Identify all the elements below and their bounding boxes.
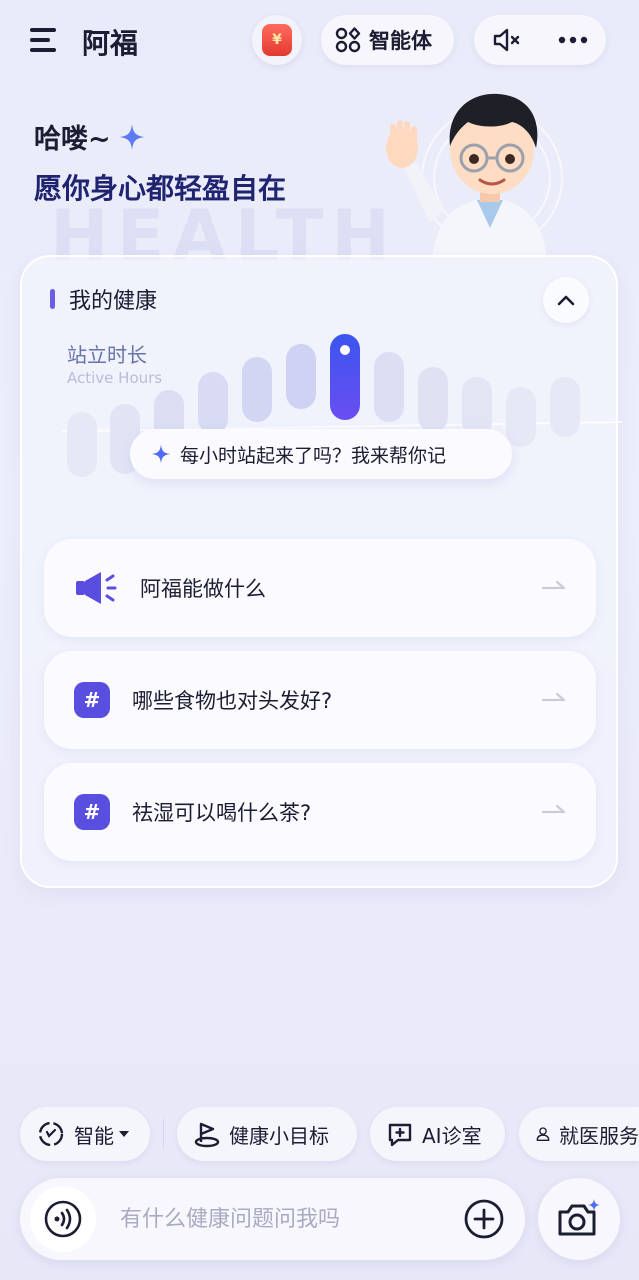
greeting-line-2: 愿你身心都轻盈自在: [34, 172, 287, 205]
header-actions: [474, 15, 606, 65]
health-card: 我的健康 站立时长 Active Hours 每小时站起来了吗？我来帮你记 阿福…: [20, 255, 622, 888]
health-goal-chip[interactable]: 健康小目标: [177, 1107, 357, 1161]
chat-input-bar: [20, 1178, 525, 1260]
medical-service-chip[interactable]: 就医服务: [519, 1107, 639, 1161]
mute-speaker-icon[interactable]: [492, 27, 522, 53]
agent-grid-icon: [335, 27, 361, 53]
coin-jar-icon: ¥: [262, 24, 292, 56]
suggestion-item[interactable]: # 哪些食物也对头发好?: [44, 651, 596, 749]
health-goal-label: 健康小目标: [229, 1123, 329, 1148]
camera-icon: [558, 1199, 600, 1236]
voice-wave-icon: [44, 1200, 82, 1238]
chip-divider: [163, 1119, 164, 1149]
doctor-badge-icon: [536, 1127, 550, 1141]
app-title: 阿福: [82, 27, 139, 60]
more-icon[interactable]: [557, 35, 589, 45]
arrow-right-icon: [542, 804, 566, 814]
sparkle-icon: [118, 123, 145, 150]
ai-clinic-label: AI诊室: [422, 1123, 482, 1148]
suggestion-item[interactable]: 阿福能做什么: [44, 539, 596, 637]
health-section-title: 我的健康: [69, 289, 158, 314]
caret-down-icon: [119, 1131, 129, 1137]
camera-button[interactable]: [538, 1178, 620, 1260]
suggestion-item[interactable]: # 祛湿可以喝什么茶?: [44, 763, 596, 861]
greeting-text: 哈喽~: [34, 124, 111, 155]
greeting-line-1: 哈喽~: [34, 117, 147, 156]
smart-mode-icon: [38, 1121, 64, 1147]
chevron-up-icon: [557, 295, 575, 306]
add-circle-icon[interactable]: [463, 1198, 505, 1240]
top-bar: 阿福 ¥ 智能体: [0, 0, 639, 80]
suggestion-label: 祛湿可以喝什么茶?: [132, 801, 312, 825]
voice-input-button[interactable]: [30, 1186, 96, 1252]
suggestion-label: 哪些食物也对头发好?: [132, 689, 333, 713]
hash-icon: #: [74, 682, 110, 718]
arrow-right-icon: [542, 580, 566, 590]
agent-button[interactable]: 智能体: [321, 15, 454, 65]
megaphone-icon: [76, 572, 117, 604]
agent-label: 智能体: [369, 29, 432, 53]
collapse-button[interactable]: [543, 277, 589, 323]
arrow-right-icon: [542, 692, 566, 702]
red-packet-button[interactable]: ¥: [252, 15, 302, 65]
flag-goal-icon: [194, 1122, 220, 1148]
section-accent-bar: [50, 289, 55, 309]
menu-icon[interactable]: [30, 26, 60, 54]
chat-plus-icon: [388, 1123, 412, 1147]
doctor-avatar-illustration: [386, 93, 563, 258]
mode-label: 智能: [74, 1123, 114, 1148]
ai-clinic-chip[interactable]: AI诊室: [370, 1107, 505, 1161]
mode-selector[interactable]: 智能: [20, 1107, 150, 1161]
suggestion-label: 阿福能做什么: [140, 577, 266, 601]
sparkle-icon: [151, 444, 171, 464]
medical-service-label: 就医服务: [559, 1123, 639, 1148]
chat-input[interactable]: [120, 1198, 440, 1240]
health-section-header: 我的健康: [50, 283, 157, 315]
tip-text: 每小时站起来了吗？我来帮你记: [180, 444, 447, 467]
hash-icon: #: [74, 794, 110, 830]
quick-actions-bar: 智能 健康小目标 AI诊室 就医服务: [0, 1107, 639, 1163]
standing-reminder-tip[interactable]: 每小时站起来了吗？我来帮你记: [130, 429, 512, 479]
